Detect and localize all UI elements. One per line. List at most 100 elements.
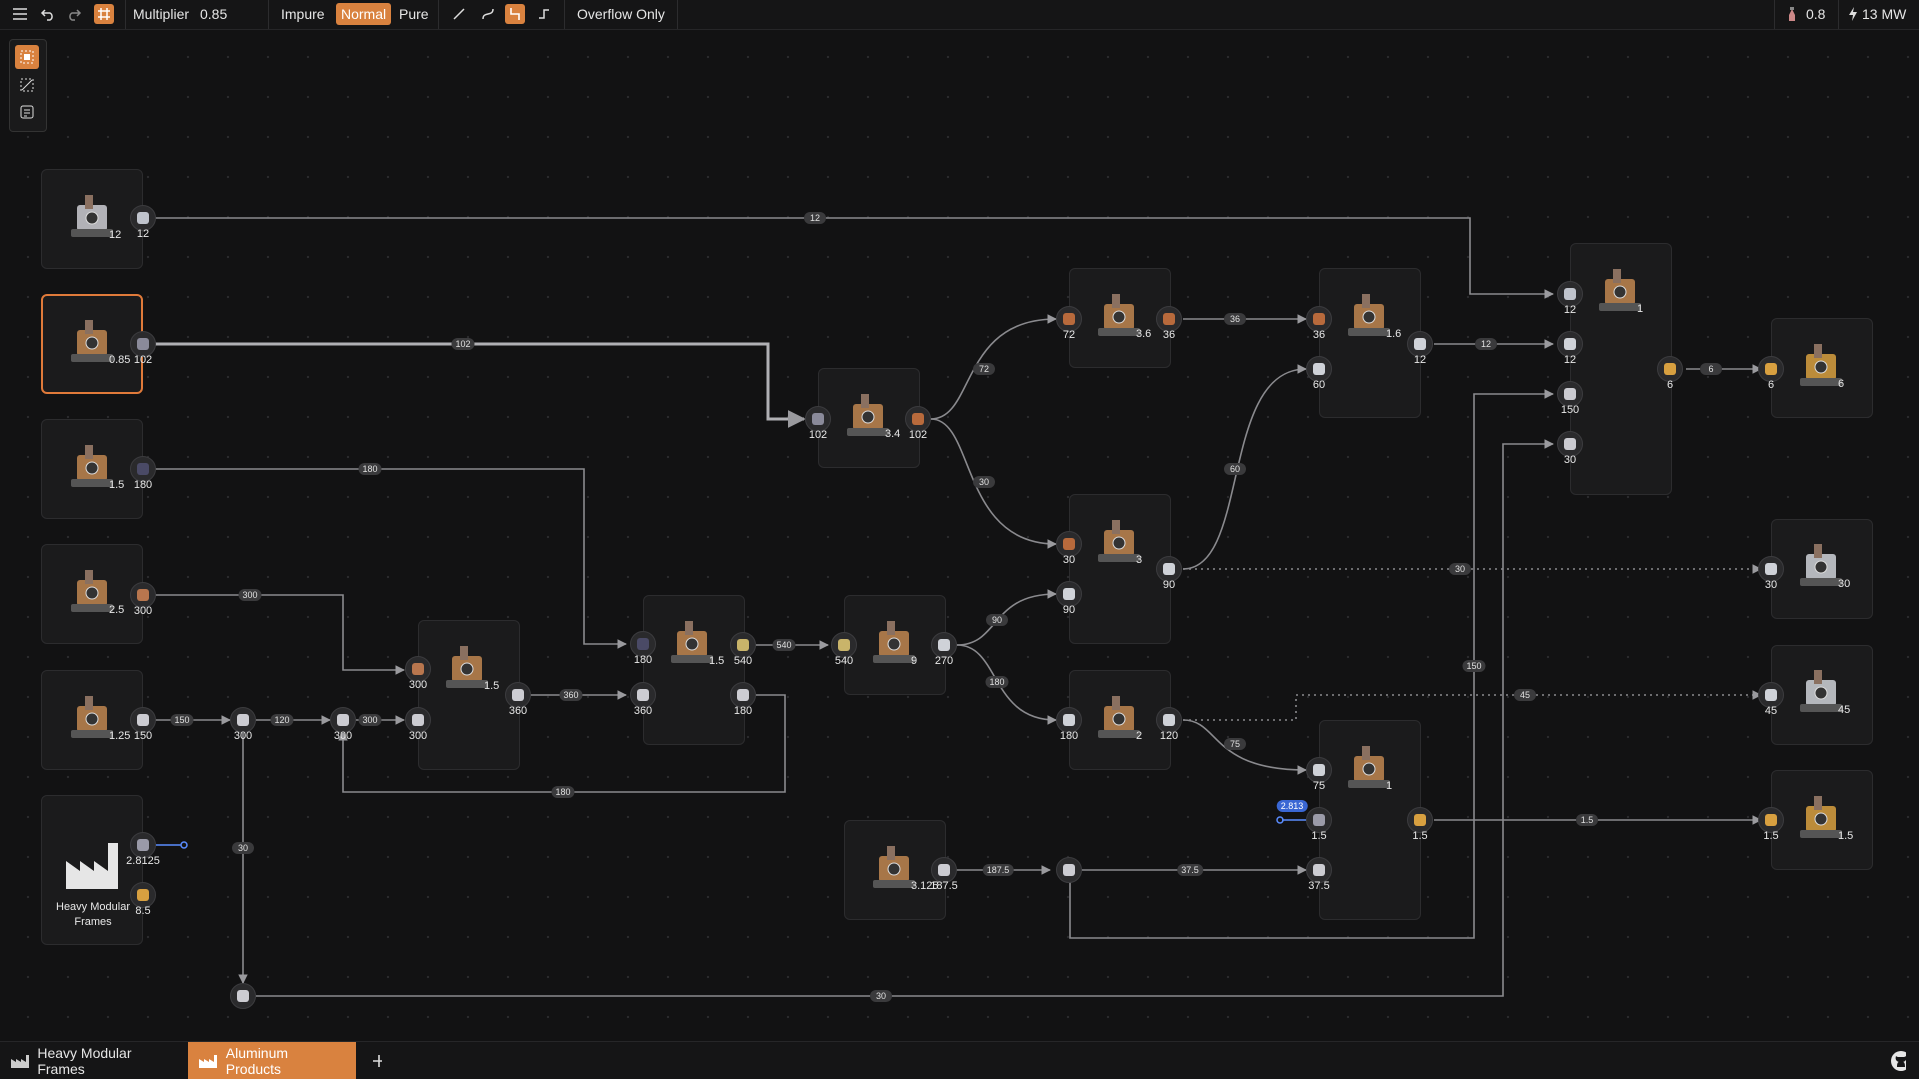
port-value: 72 [1062, 329, 1076, 341]
port-value: 180 [133, 479, 153, 491]
factory-label: Heavy Modular Frames [56, 901, 130, 928]
edge-rate-label: 12 [804, 212, 826, 224]
port-value: 37.5 [1308, 880, 1330, 892]
factory-node[interactable]: Heavy Modular Frames [41, 795, 143, 945]
port-value: 60 [1312, 379, 1326, 391]
purity-pure-button[interactable]: Pure [394, 3, 434, 25]
clock-speed-value: 0.8 [1806, 6, 1826, 22]
grid-toggle-icon[interactable] [94, 4, 114, 24]
machine-count: 45 [1838, 704, 1851, 716]
step-line-icon[interactable] [505, 4, 525, 24]
lasso-tool-icon[interactable] [15, 73, 39, 97]
port-value: 180 [633, 654, 653, 666]
machine-count: 1.5 [1838, 830, 1854, 842]
edge-rate-label: 72 [973, 363, 995, 375]
port-value: 6 [1767, 379, 1775, 391]
port-value: 180 [733, 705, 753, 717]
edge-rate-label: 37.5 [1177, 864, 1203, 876]
straight-line-icon[interactable] [449, 4, 469, 24]
clock-speed-icon [1783, 0, 1801, 28]
port-value: 102 [908, 429, 928, 441]
machine-count: 1 [1386, 780, 1393, 792]
edge [130, 468, 627, 649]
undo-icon[interactable] [38, 0, 58, 28]
add-tab-icon[interactable] [362, 1042, 392, 1079]
port-value: 300 [408, 679, 428, 691]
machine-count: 1.5 [484, 680, 500, 692]
port-value: 270 [934, 655, 954, 667]
edge-rate-label: 90 [986, 614, 1008, 626]
machine-count: 1.5 [109, 479, 125, 491]
overflow-only-toggle[interactable]: Overflow Only [577, 0, 665, 28]
edge-rate-label: 30 [973, 476, 995, 488]
edge-rate-label: 75 [1224, 738, 1246, 750]
edge-rate-label: 300 [238, 589, 262, 601]
machine-count: 3.6 [1136, 328, 1152, 340]
machine-count: 30 [1838, 578, 1851, 590]
step-reverse-icon[interactable] [534, 4, 554, 24]
edge-rate-label: 1.5 [1576, 814, 1598, 826]
edge-rate-label: 30 [232, 842, 254, 854]
edge-rate-label: 30 [870, 990, 892, 1002]
port-value: 12 [136, 228, 150, 240]
port-value: 1.5 [1763, 830, 1779, 842]
item-port[interactable] [1056, 857, 1082, 883]
tab-label: Heavy Modular Frames [37, 1044, 132, 1077]
power-icon [1846, 0, 1860, 28]
machine-count: 12 [109, 229, 122, 241]
port-value: 90 [1162, 579, 1176, 591]
edge-rate-label: 300 [358, 714, 382, 726]
edge-rate-label: 180 [358, 463, 382, 475]
port-value: 102 [808, 429, 828, 441]
port-value: 540 [834, 655, 854, 667]
port-value: 120 [1159, 730, 1179, 742]
port-value: 1.5 [1311, 830, 1327, 842]
port-value: 12 [1563, 354, 1577, 366]
machine-count: 1 [1637, 303, 1644, 315]
port-value: 8.5 [135, 905, 151, 917]
factory-icon [11, 1054, 29, 1068]
purity-normal-button[interactable]: Normal [336, 3, 392, 25]
port-value: 6 [1666, 379, 1674, 391]
tool-palette [9, 39, 47, 132]
edge-rate-label: 6 [1700, 363, 1722, 375]
machine-count: 2.5 [109, 604, 125, 616]
edge-rate-label: 150 [170, 714, 194, 726]
tab-aluminum-products[interactable]: Aluminum Products [188, 1042, 356, 1079]
bottom-bar: Heavy Modular Frames Aluminum Products [0, 1041, 1919, 1079]
machine-count: 1.25 [109, 730, 131, 742]
machine-count: 0.85 [109, 354, 131, 366]
redo-icon[interactable] [64, 0, 84, 28]
multiplier-input[interactable]: 0.85 [200, 0, 227, 28]
edge-rate-label: 45 [1514, 689, 1536, 701]
edge-rate-label: 30 [1449, 563, 1471, 575]
port-value: 36 [1162, 329, 1176, 341]
tab-label: Aluminum Products [225, 1044, 289, 1077]
edge-rate-label: 102 [451, 338, 475, 350]
edge [130, 594, 405, 675]
edge-rate-label: 36 [1224, 313, 1246, 325]
item-port[interactable] [230, 983, 256, 1009]
port-value: 36 [1312, 329, 1326, 341]
port-value: 300 [133, 605, 153, 617]
port-value: 45 [1764, 705, 1778, 717]
github-icon[interactable] [1880, 1042, 1916, 1079]
port-value: 1.5 [1412, 830, 1428, 842]
edge-rate-label: 150 [1462, 660, 1486, 672]
port-value: 150 [133, 730, 153, 742]
menu-icon[interactable] [10, 0, 30, 28]
edge-rate-label: 360 [559, 689, 583, 701]
top-bar: Multiplier 0.85 Impure Normal Pure Overf… [0, 0, 1919, 30]
machine-count: 1.5 [709, 655, 725, 667]
port-value: 12 [1563, 304, 1577, 316]
curve-line-icon[interactable] [478, 4, 498, 24]
port-value: 150 [1560, 404, 1580, 416]
port-value: 300 [233, 730, 253, 742]
purity-impure-button[interactable]: Impure [276, 3, 330, 25]
note-tool-icon[interactable] [15, 100, 39, 124]
tab-heavy-modular-frames[interactable]: Heavy Modular Frames [0, 1042, 188, 1079]
edge-rate-label: 180 [985, 676, 1009, 688]
factory-icon [64, 841, 122, 891]
port-value: 90 [1062, 604, 1076, 616]
select-tool-icon[interactable] [15, 45, 39, 69]
